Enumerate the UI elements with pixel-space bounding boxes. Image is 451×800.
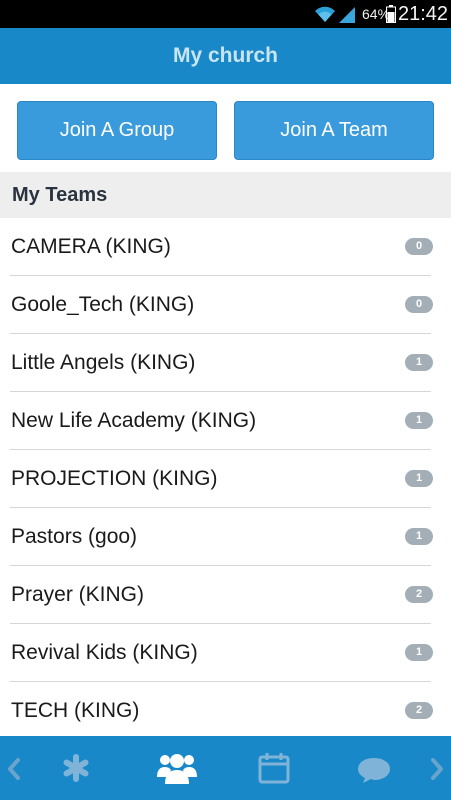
status-time: 21:42 (398, 3, 449, 25)
count-badge: 2 (405, 702, 433, 719)
list-item[interactable]: CAMERA (KING) 0 (10, 218, 433, 276)
count-badge: 1 (405, 528, 433, 545)
calendar-icon[interactable] (258, 752, 290, 784)
list-item[interactable]: Goole_Tech (KING) 0 (10, 276, 433, 334)
my-teams-header: My Teams (0, 172, 451, 218)
team-name: PROJECTION (KING) (11, 467, 218, 490)
count-badge: 0 (405, 296, 433, 313)
status-bar: 64% 21:42 (0, 0, 451, 28)
chat-bubble-icon[interactable] (356, 756, 392, 784)
list-item[interactable]: Revival Kids (KING) 1 (10, 624, 433, 682)
join-team-button[interactable]: Join A Team (234, 101, 434, 160)
battery-icon (386, 5, 396, 23)
bottom-nav (0, 736, 451, 800)
section-title: My Teams (12, 183, 108, 206)
count-badge: 1 (405, 644, 433, 661)
list-item[interactable]: Pastors (goo) 1 (10, 508, 433, 566)
team-list: CAMERA (KING) 0 Goole_Tech (KING) 0 Litt… (0, 218, 451, 740)
list-item[interactable]: PROJECTION (KING) 1 (10, 450, 433, 508)
join-group-button[interactable]: Join A Group (17, 101, 217, 160)
team-name: CAMERA (KING) (11, 235, 171, 258)
team-name: Pastors (goo) (11, 525, 138, 548)
list-item[interactable]: New Life Academy (KING) 1 (10, 392, 433, 450)
list-item[interactable]: Prayer (KING) 2 (10, 566, 433, 624)
page-title: My church (172, 44, 279, 67)
team-name: Little Angels (KING) (11, 351, 196, 374)
count-badge: 2 (405, 586, 433, 603)
team-name: TECH (KING) (11, 699, 140, 722)
list-item[interactable]: Little Angels (KING) 1 (10, 334, 433, 392)
count-badge: 1 (405, 470, 433, 487)
team-name: Prayer (KING) (11, 583, 145, 606)
asterisk-icon[interactable] (62, 754, 90, 782)
team-name: New Life Academy (KING) (11, 409, 257, 432)
list-item[interactable]: TECH (KING) 2 (10, 682, 433, 740)
wifi-icon (315, 6, 335, 22)
team-name: Revival Kids (KING) (11, 641, 198, 664)
count-badge: 1 (405, 412, 433, 429)
chevron-left-icon[interactable] (6, 758, 22, 780)
chevron-right-icon[interactable] (429, 758, 445, 780)
count-badge: 1 (405, 354, 433, 371)
app-header: My church (0, 28, 451, 84)
signal-icon (339, 7, 355, 23)
count-badge: 0 (405, 238, 433, 255)
people-icon[interactable] (156, 751, 198, 785)
team-name: Goole_Tech (KING) (11, 293, 195, 316)
